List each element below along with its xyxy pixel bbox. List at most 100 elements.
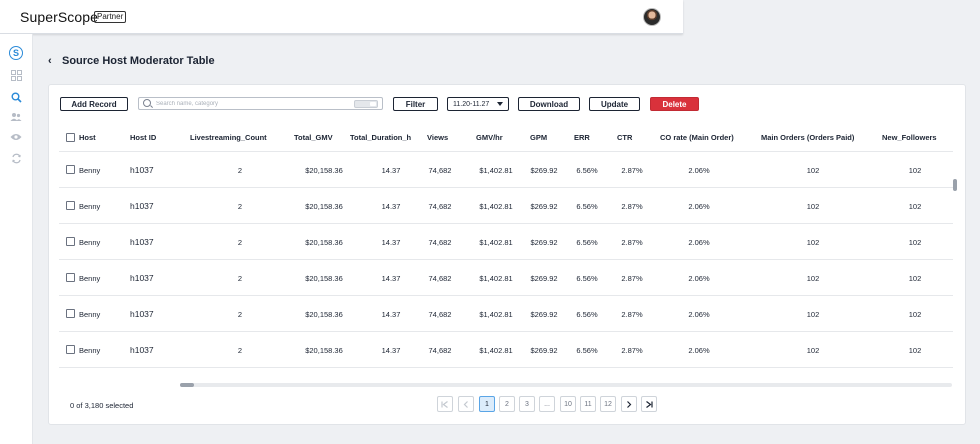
back-chevron-icon[interactable]: ‹: [48, 55, 52, 67]
search-toggle[interactable]: [354, 100, 378, 108]
cell-main-orders: 102: [806, 201, 820, 211]
vertical-scrollbar[interactable]: [953, 179, 957, 191]
col-livestreaming-count[interactable]: Livestreaming_Count: [190, 133, 267, 142]
col-total-duration[interactable]: Total_Duration_h: [350, 133, 411, 142]
page-button-10[interactable]: 10: [560, 396, 576, 412]
horizontal-scrollbar[interactable]: [180, 383, 194, 387]
cell-err: 6.56%: [576, 345, 598, 355]
download-button[interactable]: Download: [518, 97, 580, 111]
update-button[interactable]: Update: [589, 97, 640, 111]
cell-host: Benny: [79, 345, 101, 355]
first-page-icon[interactable]: [437, 396, 453, 412]
cell-host: Benny: [79, 237, 101, 247]
top-bar: SuperScope Partner: [0, 0, 683, 34]
col-gmv-hr[interactable]: GMV/hr: [476, 133, 503, 142]
next-page-icon[interactable]: [621, 396, 637, 412]
filter-button[interactable]: Filter: [393, 97, 438, 111]
cell-ctr: 2.87%: [621, 165, 643, 175]
table-row[interactable]: Benny h1037 2 $20,158.36 14.37 74,682 $1,402.8…: [59, 332, 953, 368]
cell-gpm: $269.92: [530, 201, 558, 211]
cell-total-duration: 14.37: [381, 201, 401, 211]
cell-total-gmv: $20,158.36: [305, 309, 343, 319]
cell-gmv-hr: $1,402.81: [479, 309, 513, 319]
col-host-id[interactable]: Host ID: [130, 133, 156, 142]
prev-page-icon[interactable]: [458, 396, 474, 412]
cell-views: 74,682: [428, 273, 452, 283]
search-input[interactable]: [156, 99, 346, 109]
cell-err: 6.56%: [576, 309, 598, 319]
cell-total-gmv: $20,158.36: [305, 273, 343, 283]
table-row[interactable]: Benny h1037 2 $20,158.36 14.37 74,682 $1,402.8…: [59, 296, 953, 332]
brand-badge: Partner: [94, 11, 127, 23]
last-page-icon[interactable]: [641, 396, 657, 412]
cell-host-id: h1037: [130, 309, 154, 319]
row-checkbox[interactable]: [66, 165, 75, 174]
cell-views: 74,682: [428, 345, 452, 355]
cell-views: 74,682: [428, 309, 452, 319]
col-co-rate[interactable]: CO rate (Main Order): [660, 133, 734, 142]
table-row[interactable]: Benny h1037 2 $20,158.36 14.37 74,682 $1,402.8…: [59, 224, 953, 260]
users-icon[interactable]: [9, 110, 23, 124]
brand-name[interactable]: SuperScope: [20, 9, 98, 25]
date-range-value: 11.20-11.27: [453, 100, 490, 108]
cell-err: 6.56%: [576, 201, 598, 211]
cell-host-id: h1037: [130, 273, 154, 283]
cell-gmv-hr: $1,402.81: [479, 201, 513, 211]
page-button-2[interactable]: 2: [499, 396, 515, 412]
row-checkbox[interactable]: [66, 201, 75, 210]
search-icon[interactable]: [9, 90, 23, 104]
page-button-3[interactable]: 3: [519, 396, 535, 412]
refresh-icon[interactable]: [9, 151, 23, 165]
col-host[interactable]: Host: [79, 133, 96, 142]
page-button-11[interactable]: 11: [580, 396, 596, 412]
avatar[interactable]: [643, 8, 661, 26]
cell-main-orders: 102: [806, 273, 820, 283]
superscope-logo-icon[interactable]: S: [9, 46, 23, 60]
col-ctr[interactable]: CTR: [617, 133, 632, 142]
row-checkbox[interactable]: [66, 237, 75, 246]
row-checkbox[interactable]: [66, 345, 75, 354]
cell-gpm: $269.92: [530, 165, 558, 175]
col-main-orders[interactable]: Main Orders (Orders Paid): [761, 133, 854, 142]
cell-views: 74,682: [428, 201, 452, 211]
cell-new-followers: 102: [908, 345, 922, 355]
add-record-button[interactable]: Add Record: [60, 97, 128, 111]
eye-icon[interactable]: [9, 130, 23, 144]
row-checkbox[interactable]: [66, 309, 75, 318]
table-row[interactable]: Benny h1037 2 $20,158.36 14.37 74,682 $1,402.8…: [59, 152, 953, 188]
search-box[interactable]: [138, 97, 383, 110]
col-err[interactable]: ERR: [574, 133, 590, 142]
table-card: Add Record Filter 11.20-11.27 Download U…: [48, 84, 966, 425]
select-all-checkbox[interactable]: [66, 133, 75, 142]
cell-gpm: $269.92: [530, 237, 558, 247]
cell-gpm: $269.92: [530, 309, 558, 319]
col-new-followers[interactable]: New_Followers: [882, 133, 937, 142]
cell-total-duration: 14.37: [381, 345, 401, 355]
date-range-select[interactable]: 11.20-11.27: [447, 97, 509, 111]
cell-livestreaming-count: 2: [237, 237, 243, 247]
page-button-12[interactable]: 12: [600, 396, 616, 412]
table-row[interactable]: Benny h1037 2 $20,158.36 14.37 74,682 $1,402.8…: [59, 260, 953, 296]
col-views[interactable]: Views: [427, 133, 448, 142]
cell-total-gmv: $20,158.36: [305, 201, 343, 211]
page-button-1[interactable]: 1: [479, 396, 495, 412]
delete-button[interactable]: Delete: [650, 97, 699, 111]
cell-err: 6.56%: [576, 237, 598, 247]
cell-gmv-hr: $1,402.81: [479, 237, 513, 247]
row-checkbox[interactable]: [66, 273, 75, 282]
page-title: Source Host Moderator Table: [62, 55, 215, 67]
page-ellipsis: ...: [539, 396, 555, 412]
cell-host-id: h1037: [130, 201, 154, 211]
grid-icon[interactable]: [9, 68, 23, 82]
col-total-gmv[interactable]: Total_GMV: [294, 133, 333, 142]
cell-co-rate: 2.06%: [688, 165, 710, 175]
cell-ctr: 2.87%: [621, 345, 643, 355]
cell-livestreaming-count: 2: [237, 309, 243, 319]
cell-host-id: h1037: [130, 237, 154, 247]
cell-host: Benny: [79, 165, 101, 175]
cell-host: Benny: [79, 201, 101, 211]
cell-total-duration: 14.37: [381, 273, 401, 283]
cell-err: 6.56%: [576, 165, 598, 175]
table-row[interactable]: Benny h1037 2 $20,158.36 14.37 74,682 $1,402.8…: [59, 188, 953, 224]
col-gpm[interactable]: GPM: [530, 133, 547, 142]
